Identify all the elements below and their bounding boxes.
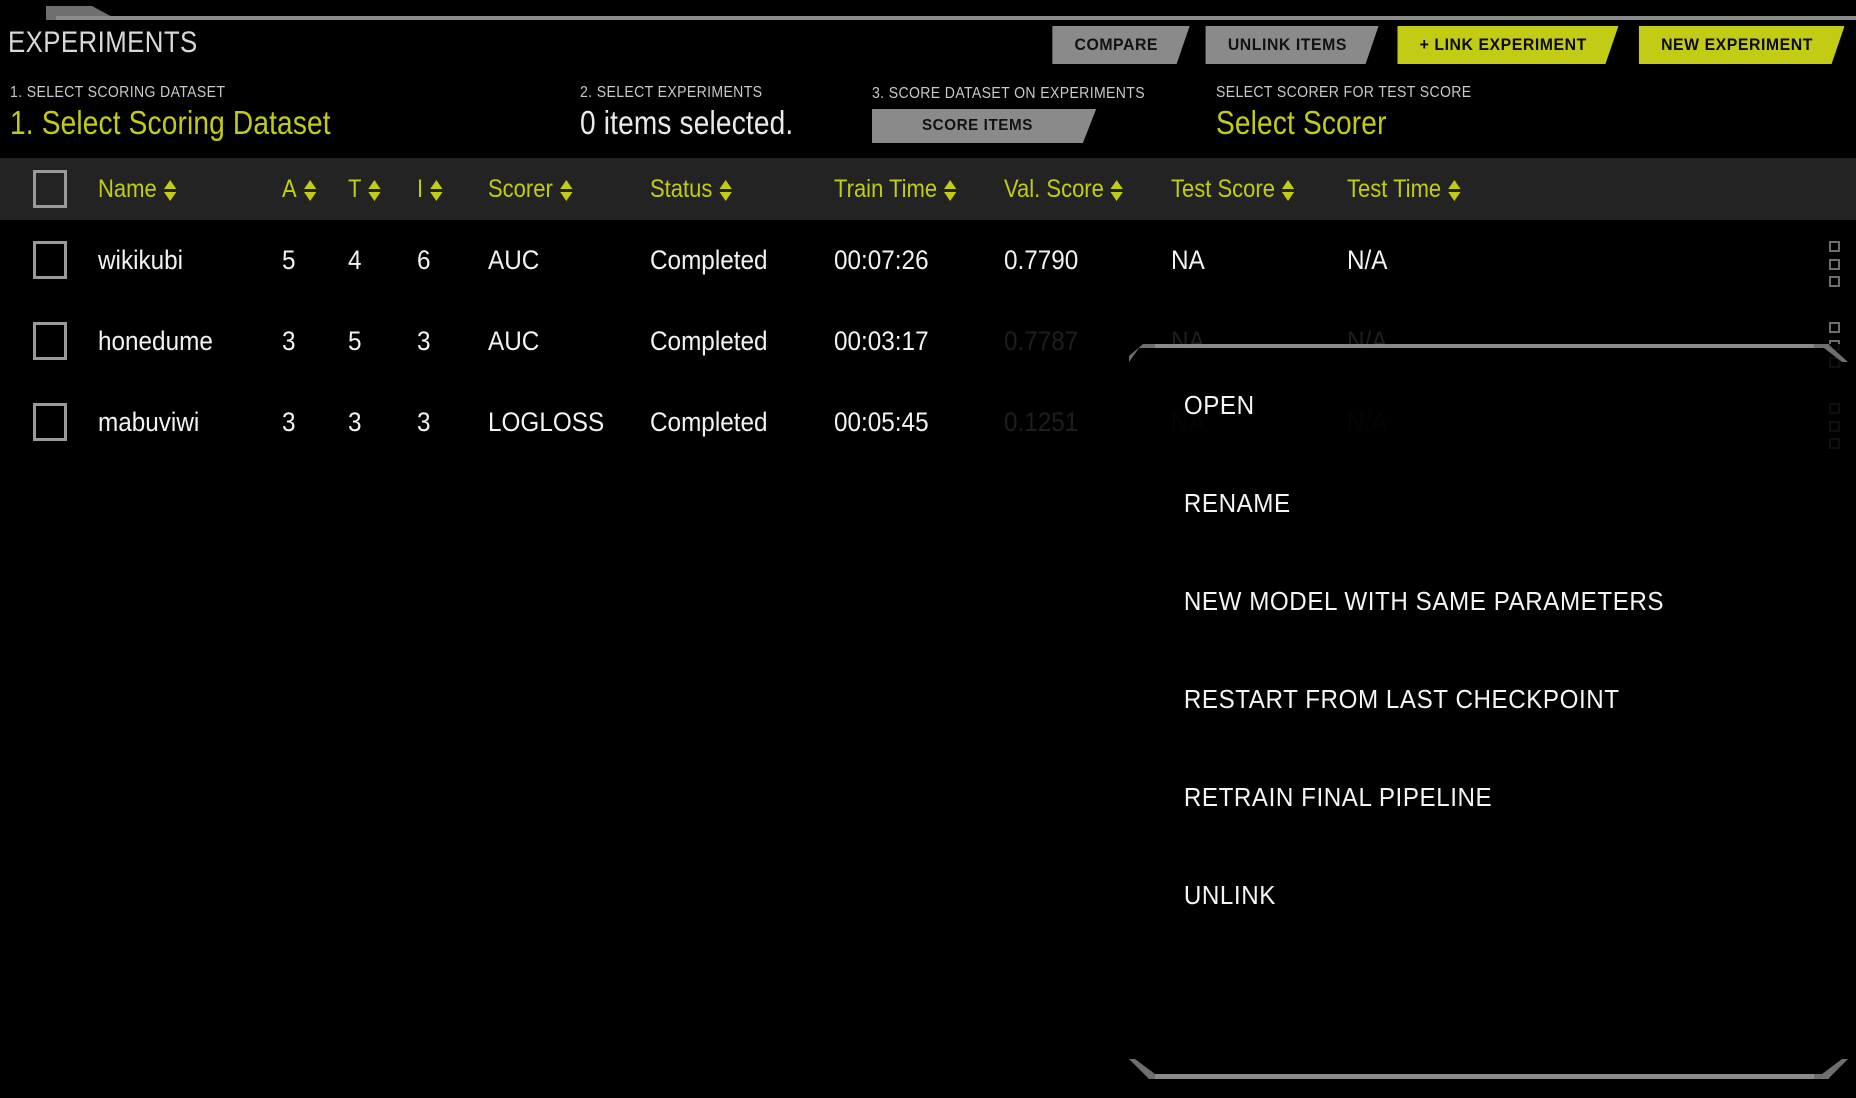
column-a-cell: 3 — [282, 407, 296, 437]
column-status-label: Status — [650, 174, 713, 203]
action-button-group: COMPARE UNLINK ITEMS + LINK EXPERIMENT NEW … — [1047, 26, 1852, 64]
column-i-label: I — [417, 174, 424, 203]
column-scorer-cell: AUC — [488, 245, 540, 275]
table-header-row: Name A T I Scorer Status Train Time Val. Score T… — [0, 158, 1856, 220]
unlink-items-button[interactable]: UNLINK ITEMS — [1205, 26, 1378, 64]
column-status-cell: Completed — [650, 245, 768, 275]
step-score-dataset-on-experiments: 3. SCORE DATASET ON EXPERIMENTS SCORE IT… — [872, 85, 1182, 143]
column-t-cell: 3 — [348, 407, 362, 437]
step1-caption: 1. SELECT SCORING DATASET — [10, 84, 226, 101]
score-items-button[interactable]: SCORE ITEMS — [872, 109, 1096, 143]
row-actions-menu-icon[interactable] — [1825, 241, 1843, 287]
column-a-header[interactable]: A — [282, 158, 317, 220]
column-name-label: Name — [98, 174, 157, 203]
column-scorer-header[interactable]: Scorer — [488, 158, 573, 220]
sort-arrows-icon[interactable] — [163, 179, 177, 201]
step2-caption: 2. SELECT EXPERIMENTS — [580, 84, 763, 101]
column-a-cell: 3 — [282, 326, 296, 356]
compare-button[interactable]: COMPARE — [1052, 26, 1189, 64]
sort-arrows-icon[interactable] — [303, 179, 317, 201]
row-select-checkbox[interactable] — [33, 241, 67, 279]
step-select-scoring-dataset: 1. SELECT SCORING DATASET 1. Select Scor… — [10, 84, 387, 142]
column-i-cell: 3 — [417, 326, 431, 356]
column-test-score-cell: NA — [1171, 245, 1205, 275]
column-val-score-label: Val. Score — [1004, 174, 1104, 203]
table-row[interactable]: wikikubi 5 4 6 AUC Completed 00:07:26 0.7790 NA N… — [0, 220, 1856, 301]
sort-arrows-icon[interactable] — [1281, 179, 1295, 201]
column-name-header[interactable]: Name — [98, 158, 177, 220]
column-test-time-header[interactable]: Test Time — [1347, 158, 1461, 220]
row-select-checkbox[interactable] — [33, 403, 67, 441]
column-t-label: T — [348, 174, 362, 203]
column-train-time-header[interactable]: Train Time — [834, 158, 957, 220]
column-test-time-cell: N/A — [1347, 245, 1388, 275]
context-menu-edge-bottom — [1155, 1074, 1829, 1079]
step4-value[interactable]: Select Scorer — [1216, 104, 1463, 142]
menu-item-rename[interactable]: RENAME — [1129, 454, 1798, 552]
select-all-checkbox[interactable] — [33, 170, 67, 208]
column-status-cell: Completed — [650, 407, 768, 437]
column-scorer-cell: AUC — [488, 326, 540, 356]
new-experiment-button[interactable]: NEW EXPERIMENT — [1638, 26, 1844, 64]
sort-arrows-icon[interactable] — [430, 179, 443, 201]
column-name-cell: mabuviwi — [98, 407, 200, 437]
column-status-cell: Completed — [650, 326, 768, 356]
step2-value: 0 items selected. — [580, 104, 794, 141]
column-train-time-cell: 00:07:26 — [834, 245, 929, 275]
sort-arrows-icon[interactable] — [368, 179, 381, 201]
column-train-time-label: Train Time — [834, 174, 938, 203]
column-train-time-cell: 00:03:17 — [834, 326, 929, 356]
column-t-header[interactable]: T — [348, 158, 381, 220]
page-title: EXPERIMENTS — [8, 26, 198, 59]
sort-arrows-icon[interactable] — [1448, 179, 1461, 201]
step-select-scorer: SELECT SCORER FOR TEST SCORE Select Scor… — [1216, 84, 1506, 142]
menu-item-restart-from-last-checkpoint[interactable]: RESTART FROM LAST CHECKPOINT — [1129, 650, 1798, 748]
column-val-score-cell: 0.7787 — [1004, 326, 1079, 356]
menu-item-unlink[interactable]: UNLINK — [1129, 846, 1798, 944]
top-rule-line — [56, 16, 1856, 20]
column-i-cell: 6 — [417, 245, 431, 275]
column-val-score-cell: 0.1251 — [1004, 407, 1079, 437]
column-t-cell: 4 — [348, 245, 362, 275]
column-val-score-header[interactable]: Val. Score — [1004, 158, 1124, 220]
column-a-cell: 5 — [282, 245, 296, 275]
column-test-score-label: Test Score — [1171, 174, 1275, 203]
menu-item-new-model-same-parameters[interactable]: NEW MODEL WITH SAME PARAMETERS — [1129, 552, 1798, 650]
column-scorer-label: Scorer — [488, 174, 553, 203]
column-val-score-cell: 0.7790 — [1004, 245, 1079, 275]
sort-arrows-icon[interactable] — [944, 179, 957, 201]
menu-item-retrain-final-pipeline[interactable]: RETRAIN FINAL PIPELINE — [1129, 748, 1798, 846]
step4-caption: SELECT SCORER FOR TEST SCORE — [1216, 84, 1472, 101]
step-select-experiments: 2. SELECT EXPERIMENTS 0 items selected. — [580, 84, 831, 142]
column-scorer-cell: LOGLOSS — [488, 407, 605, 437]
row-context-menu: OPEN RENAME NEW MODEL WITH SAME PARAMETERS… — [1129, 344, 1848, 1079]
context-menu-items: OPEN RENAME NEW MODEL WITH SAME PARAMETERS… — [1129, 344, 1848, 944]
top-decorative-rule — [0, 0, 1856, 22]
column-name-cell: honedume — [98, 326, 213, 356]
sort-arrows-icon[interactable] — [559, 179, 573, 201]
step1-value[interactable]: 1. Select Scoring Dataset — [10, 104, 331, 142]
context-menu-corner-bottom-right — [1814, 1059, 1848, 1079]
column-a-label: A — [282, 174, 297, 203]
column-test-score-header[interactable]: Test Score — [1171, 158, 1295, 220]
sort-arrows-icon[interactable] — [1110, 179, 1124, 201]
column-i-header[interactable]: I — [417, 158, 443, 220]
column-t-cell: 5 — [348, 326, 362, 356]
step3-caption: 3. SCORE DATASET ON EXPERIMENTS — [872, 85, 1146, 102]
column-train-time-cell: 00:05:45 — [834, 407, 929, 437]
link-experiment-button[interactable]: + LINK EXPERIMENT — [1397, 26, 1618, 64]
row-select-checkbox[interactable] — [33, 322, 67, 360]
column-i-cell: 3 — [417, 407, 431, 437]
column-name-cell: wikikubi — [98, 245, 184, 275]
column-test-time-label: Test Time — [1347, 174, 1442, 203]
column-status-header[interactable]: Status — [650, 158, 732, 220]
sort-arrows-icon[interactable] — [719, 179, 732, 201]
menu-item-open[interactable]: OPEN — [1129, 356, 1798, 454]
